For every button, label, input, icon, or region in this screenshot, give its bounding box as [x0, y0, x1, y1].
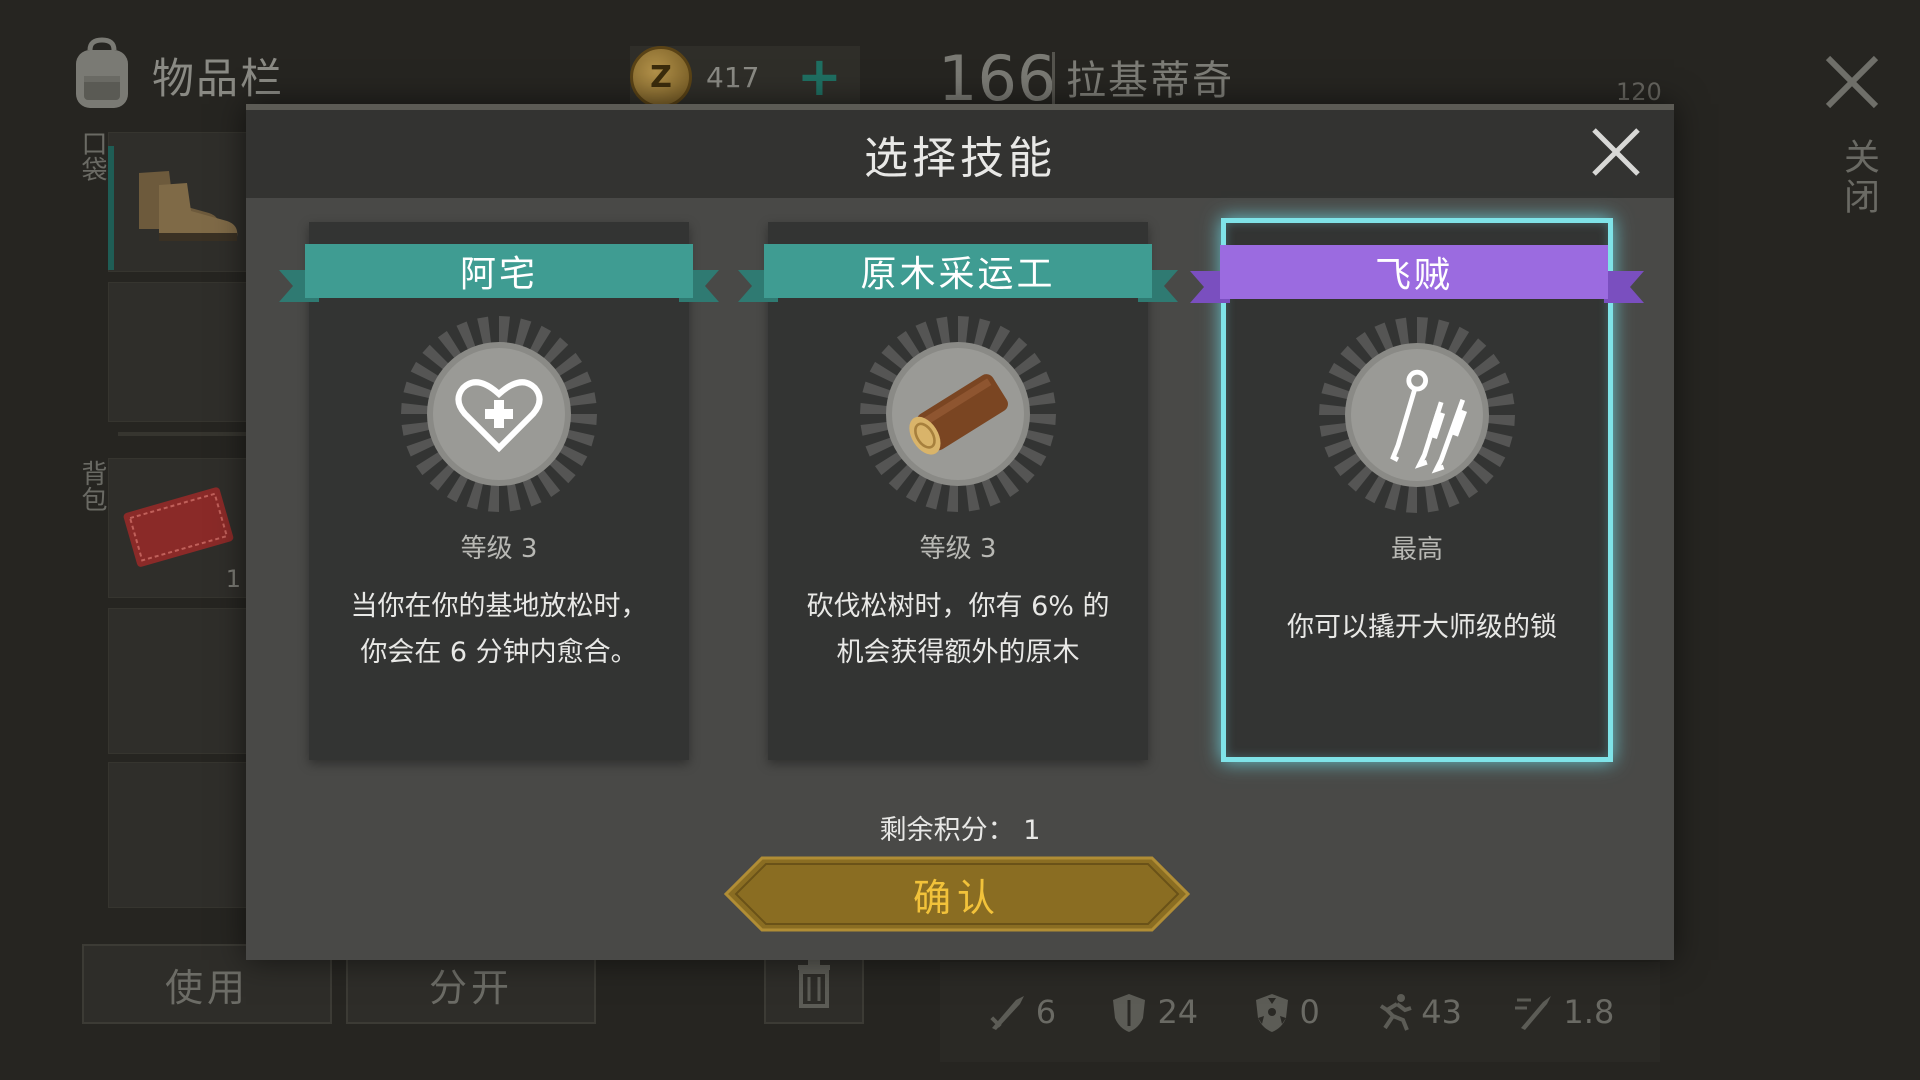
- skill-level: 等级 3: [460, 534, 538, 564]
- attack-icon: [990, 996, 1024, 1030]
- stat-attack-value: 6: [1035, 993, 1057, 1031]
- stats-bar: 6 24 0 43 1.8: [940, 962, 1660, 1062]
- skill-description-line: 机会获得额外的原木: [836, 637, 1080, 668]
- modal-title: 选择技能: [864, 133, 1056, 184]
- modal-header: 选择技能: [246, 110, 1674, 198]
- log-icon: [909, 374, 1008, 455]
- radiation-icon: [1255, 994, 1288, 1032]
- boots-icon: [139, 171, 238, 241]
- close-icon[interactable]: [1590, 126, 1642, 178]
- ribbon-tail-right: [1604, 271, 1644, 303]
- header-divider: [1052, 52, 1055, 108]
- skill-name: 飞贼: [1220, 245, 1608, 299]
- stat-armor-value: 24: [1157, 993, 1199, 1031]
- skill-card-lumberjack[interactable]: 原木采运工 等级 3 砍伐松树时，你有 6% 的 机会获得额外的原木: [738, 222, 1178, 760]
- player-name: 拉基蒂奇: [1066, 58, 1234, 104]
- armor-icon: [1113, 994, 1146, 1032]
- skill-level: 最高: [1390, 535, 1443, 565]
- trash-icon: [798, 960, 830, 1008]
- selected-slot-accent: [108, 146, 114, 270]
- lockpick-icon: [1390, 369, 1468, 474]
- skill-description: 当你在你的基地放松时， 你会在 6 分钟内愈合。: [329, 584, 669, 676]
- attack-speed-icon: [1515, 996, 1552, 1030]
- confirm-label: 确认: [912, 875, 1001, 920]
- skill-description-line: 砍伐松树时，你有 6% 的: [806, 591, 1110, 622]
- coin-value: 417: [706, 60, 760, 94]
- stat-attack: 6: [986, 990, 1056, 1034]
- confirm-button[interactable]: 确认: [724, 856, 1190, 932]
- remaining-points: 剩余积分： 1: [879, 815, 1041, 846]
- heart-heal-icon: [455, 379, 543, 453]
- inventory-slot-empty[interactable]: [108, 762, 248, 908]
- skill-description: 你可以撬开大师级的锁: [1246, 605, 1598, 651]
- skill-description-line: 你可以撬开大师级的锁: [1287, 612, 1557, 643]
- inventory-slot-empty[interactable]: [108, 282, 248, 422]
- coupon-count: 1: [225, 565, 241, 593]
- skill-ribbon: 原木采运工: [738, 244, 1178, 302]
- stat-armor: 24: [1107, 990, 1198, 1034]
- close-icon[interactable]: [1822, 52, 1882, 112]
- coin-icon: Z: [630, 46, 692, 108]
- inventory-slot-boots[interactable]: [108, 132, 248, 272]
- skill-description-line: 当你在你的基地放松时，: [350, 591, 648, 622]
- speed-icon: [1380, 994, 1412, 1031]
- weight-capacity: 120: [1616, 78, 1662, 106]
- skill-ribbon: 飞贼: [1190, 245, 1644, 303]
- bag-label: 背包: [77, 460, 107, 512]
- skill-card-thief[interactable]: 飞贼 最高 你可以撬开大师级的锁: [1190, 218, 1644, 762]
- section-divider: [118, 432, 248, 436]
- pocket-label: 口袋: [77, 130, 107, 182]
- select-skill-modal: 选择技能 阿宅 等级 3 当你在你的基地放松时， 你会在 6 分钟内愈合。 原木…: [246, 104, 1674, 960]
- inventory-slot-coupon[interactable]: 1: [108, 458, 248, 598]
- skill-name: 原木采运工: [764, 244, 1152, 298]
- stat-radiation-value: 0: [1299, 993, 1320, 1031]
- stat-speed-value: 43: [1421, 993, 1463, 1031]
- inventory-slot-empty[interactable]: [108, 608, 248, 754]
- inventory-title: 物品栏: [152, 53, 285, 103]
- skill-description-line: 你会在 6 分钟内愈合。: [360, 637, 638, 668]
- add-coins-button[interactable]: +: [797, 50, 842, 104]
- backpack-icon: [76, 37, 128, 108]
- stat-radiation: 0: [1250, 990, 1320, 1034]
- skill-level: 等级 3: [919, 534, 997, 564]
- coin-counter: Z 417 +: [630, 46, 860, 108]
- stat-attack-speed: 1.8: [1513, 990, 1614, 1034]
- stat-speed: 43: [1371, 990, 1462, 1034]
- stat-attack-speed-value: 1.8: [1563, 993, 1615, 1031]
- close-label[interactable]: 关闭: [1832, 138, 1884, 218]
- skill-name: 阿宅: [305, 244, 693, 298]
- skill-card-homebody[interactable]: 阿宅 等级 3 当你在你的基地放松时， 你会在 6 分钟内愈合。: [279, 222, 719, 760]
- skill-description: 砍伐松树时，你有 6% 的 机会获得额外的原木: [788, 584, 1128, 676]
- skill-ribbon: 阿宅: [279, 244, 719, 302]
